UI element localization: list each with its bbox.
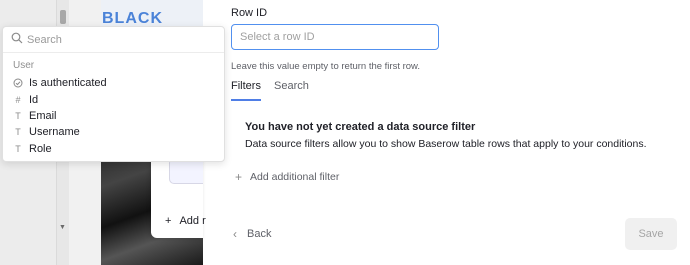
card-add-button[interactable]: + Add r bbox=[165, 215, 206, 227]
hash-icon: # bbox=[15, 94, 21, 105]
dropdown-item-id[interactable]: # Id bbox=[13, 92, 38, 107]
scroll-down-arrow-icon[interactable]: ▼ bbox=[59, 224, 66, 231]
row-id-input[interactable] bbox=[231, 24, 439, 50]
add-filter-label: Add additional filter bbox=[250, 171, 340, 183]
dropdown-group-label: User bbox=[13, 60, 35, 71]
dropdown-item-label: Id bbox=[29, 93, 39, 106]
tab-filters[interactable]: Filters bbox=[231, 80, 261, 101]
row-id-label: Row ID bbox=[231, 7, 268, 19]
dropdown-item-label: Is authenticated bbox=[29, 76, 107, 89]
plus-icon: + bbox=[235, 170, 243, 184]
dropdown-search bbox=[3, 27, 224, 53]
text-icon: T bbox=[15, 143, 21, 154]
search-icon bbox=[11, 32, 23, 44]
row-id-help-text: Leave this value empty to return the fir… bbox=[231, 61, 421, 72]
save-button[interactable]: Save bbox=[625, 218, 677, 250]
check-circle-icon bbox=[13, 78, 23, 88]
chevron-left-icon: ‹ bbox=[233, 227, 237, 241]
dropdown-item-label: Email bbox=[29, 109, 57, 122]
card-add-label: Add r bbox=[179, 215, 206, 227]
dropdown-search-input[interactable] bbox=[27, 32, 217, 48]
plus-icon: + bbox=[165, 215, 172, 227]
dropdown-item-is-authenticated[interactable]: Is authenticated bbox=[13, 75, 107, 90]
scroll-thumb[interactable] bbox=[60, 10, 66, 24]
dropdown-item-email[interactable]: T Email bbox=[13, 108, 57, 123]
dropdown-item-role[interactable]: T Role bbox=[13, 141, 52, 156]
back-button[interactable]: ‹ Back bbox=[233, 227, 271, 241]
data-field-dropdown: User Is authenticated # Id T Email T Use… bbox=[2, 26, 225, 162]
text-icon: T bbox=[15, 110, 21, 121]
tab-search[interactable]: Search bbox=[274, 80, 309, 101]
add-filter-button[interactable]: + Add additional filter bbox=[235, 170, 339, 184]
dropdown-item-username[interactable]: T Username bbox=[13, 124, 80, 139]
dropdown-item-label: Role bbox=[29, 142, 52, 155]
empty-state-description: Data source filters allow you to show Ba… bbox=[245, 138, 647, 150]
empty-state-title: You have not yet created a data source f… bbox=[245, 121, 476, 133]
dropdown-item-label: Username bbox=[29, 125, 80, 138]
back-label: Back bbox=[247, 228, 272, 240]
text-icon: T bbox=[15, 126, 21, 137]
